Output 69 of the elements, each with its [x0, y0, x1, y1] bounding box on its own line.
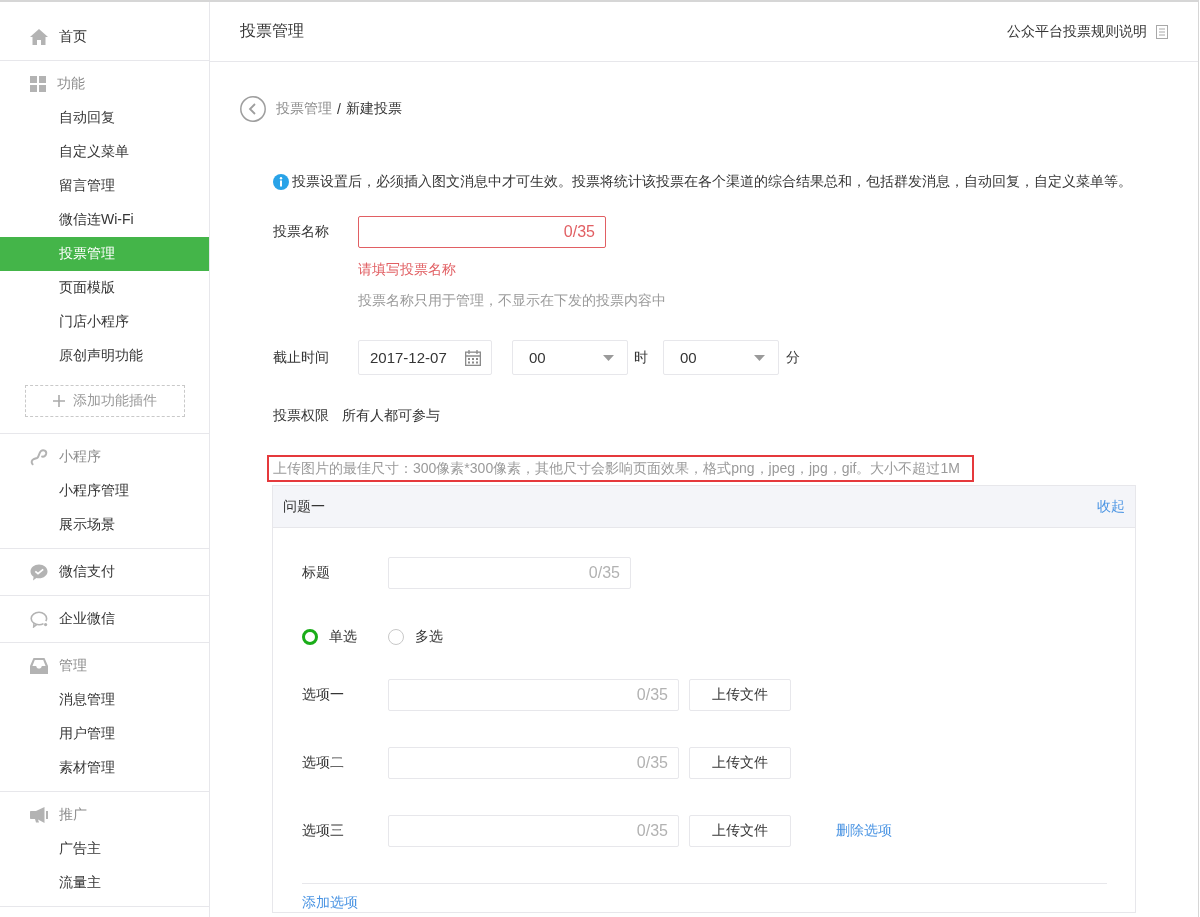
nav-item[interactable]: 消息管理: [0, 683, 209, 717]
tray-icon: [30, 658, 48, 674]
char-counter: 0/35: [636, 754, 668, 772]
caret-icon: [603, 354, 614, 361]
nav-item[interactable]: 留言管理: [0, 169, 209, 203]
radio-option[interactable]: 多选: [388, 628, 474, 646]
upload-button[interactable]: 上传文件: [689, 679, 791, 711]
field-label: 投票名称: [273, 223, 330, 241]
section-heading: 功能: [57, 75, 85, 93]
field-label: 投票权限: [273, 407, 329, 425]
breadcrumb-current: 新建投票: [345, 100, 402, 118]
nav-item[interactable]: 小程序管理: [0, 474, 209, 508]
char-counter: 0/35: [636, 686, 668, 704]
nav-item[interactable]: 素材管理: [0, 751, 209, 785]
minute-select[interactable]: 00: [663, 340, 779, 375]
section-heading: 小程序: [59, 448, 101, 466]
upload-note: 上传图片的最佳尺寸：300像素*300像素，其他尺寸会影响页面效果，格式png，jpeg，jpg，gif。大小不超过1M: [267, 455, 974, 482]
field-label: 标题: [302, 564, 331, 582]
document-icon: [1156, 24, 1168, 39]
section-heading: 推广: [59, 806, 87, 824]
char-counter: 0/35: [563, 223, 595, 241]
nav-link[interactable]: 首页: [30, 20, 87, 54]
home-icon: [30, 29, 48, 45]
nav-item[interactable]: 广告主: [0, 832, 209, 866]
time-unit: 分: [786, 348, 800, 367]
back-icon[interactable]: [240, 96, 266, 122]
nav-item[interactable]: 用户管理: [0, 717, 209, 751]
notice-text: 投票设置后，必须插入图文消息中才可生效。投票将统计该投票在各个渠道的综合结果总和，包括群发消息，自动回复，自定义菜单等。: [292, 173, 1132, 191]
field-label: 选项一: [302, 686, 345, 704]
question-title: 问题一: [283, 497, 325, 516]
nav-item[interactable]: 原创声明功能: [0, 339, 209, 373]
field-label: 选项二: [302, 754, 345, 772]
nav-item[interactable]: 页面模版: [0, 271, 209, 305]
hour-select[interactable]: 00: [512, 340, 628, 375]
section-heading: 管理: [59, 657, 87, 675]
nav-item[interactable]: 展示场景: [0, 508, 209, 542]
rules-link[interactable]: 公众平台投票规则说明: [1007, 22, 1168, 41]
nav-item[interactable]: 微信连Wi-Fi: [0, 203, 209, 237]
breadcrumb-link[interactable]: 投票管理: [276, 100, 332, 118]
nav-item[interactable]: 流量主: [0, 866, 209, 900]
nav-link[interactable]: 微信支付: [30, 555, 115, 589]
check-bubble-icon: [30, 563, 48, 581]
upload-button[interactable]: 上传文件: [689, 747, 791, 779]
nav-link[interactable]: 企业微信: [30, 602, 115, 636]
grid-icon: [30, 76, 46, 92]
radio-option[interactable]: 单选: [302, 628, 388, 646]
permission-value: 所有人都可参与: [342, 407, 440, 425]
nav-item[interactable]: 自动回复: [0, 101, 209, 135]
date-picker[interactable]: 2017-12-07: [358, 340, 492, 375]
vote-name-input[interactable]: 0/35: [358, 216, 606, 248]
field-label: 截止时间: [273, 348, 330, 367]
calendar-icon: [465, 349, 481, 366]
plus-icon: [53, 395, 65, 407]
nav-item[interactable]: 自定义菜单: [0, 135, 209, 169]
megaphone-icon: [30, 807, 48, 823]
hint-text: 投票名称只用于管理，不显示在下发的投票内容中: [358, 291, 667, 310]
field-label: 选项三: [302, 822, 345, 840]
chat-bubble-icon: [30, 610, 48, 628]
nav-item[interactable]: 门店小程序: [0, 305, 209, 339]
error-message: 请填写投票名称: [358, 260, 457, 279]
char-counter: 0/35: [636, 822, 668, 840]
time-unit: 时: [634, 348, 648, 367]
loop-icon: [30, 448, 48, 466]
char-counter: 0/35: [588, 564, 620, 582]
caret-icon: [754, 354, 765, 361]
upload-button[interactable]: 上传文件: [689, 815, 791, 847]
page-title: 投票管理: [240, 21, 304, 41]
info-icon: [273, 174, 289, 190]
breadcrumb-separator: /: [337, 101, 341, 117]
